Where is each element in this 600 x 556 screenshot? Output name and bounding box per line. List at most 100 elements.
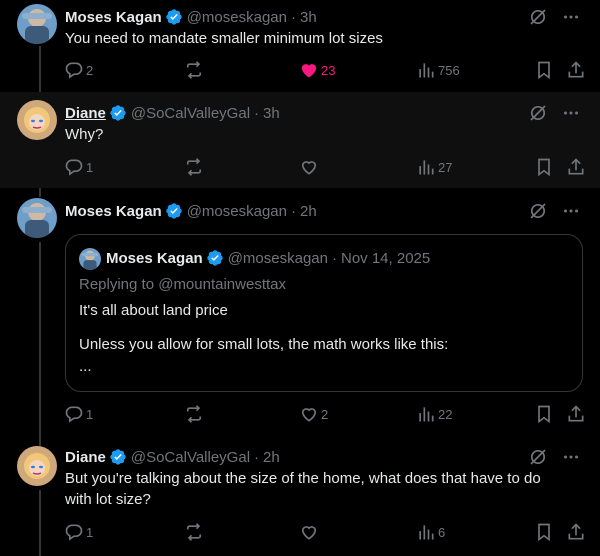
- quoted-line: Unless you allow for small lots, the mat…: [79, 336, 449, 353]
- author-name[interactable]: Moses Kagan: [65, 9, 162, 26]
- quoted-line: It's all about land price: [79, 302, 228, 319]
- like-button[interactable]: 23: [299, 53, 335, 87]
- quoted-timestamp: Nov 14, 2025: [340, 249, 431, 267]
- replying-to: Replying to @mountainwesttax: [79, 276, 286, 293]
- like-icon: [301, 161, 317, 175]
- repost-button[interactable]: [184, 397, 204, 431]
- quoted-author-name: Moses Kagan: [106, 249, 203, 267]
- author-handle[interactable]: @SoCalValleyGal: [131, 105, 250, 122]
- tweet[interactable]: Moses Kagan @moseskagan · 3h You need to…: [0, 0, 600, 92]
- author-name[interactable]: Diane: [65, 449, 106, 466]
- timestamp[interactable]: 2h: [263, 449, 280, 466]
- avatar[interactable]: [17, 198, 57, 238]
- reply-button[interactable]: 2: [64, 53, 93, 87]
- separator-dot: ·: [290, 202, 296, 220]
- reply-count: 1: [86, 524, 94, 540]
- like-button[interactable]: [299, 515, 319, 549]
- views-count: 756: [438, 62, 460, 78]
- views-count: 22: [438, 406, 453, 422]
- tweet[interactable]: Diane @SoCalValleyGal · 2h But you're ta…: [0, 436, 600, 556]
- like-icon: [301, 526, 317, 540]
- like-count: 23: [321, 62, 336, 78]
- separator-dot: ·: [290, 8, 296, 26]
- grok-icon[interactable]: [528, 447, 548, 467]
- quoted-text: It's all about land price Unless you all…: [79, 301, 569, 391]
- views-icon: [419, 407, 434, 422]
- avatar[interactable]: [17, 4, 57, 44]
- avatar[interactable]: [17, 446, 57, 486]
- grok-icon[interactable]: [528, 103, 548, 123]
- separator-dot: ·: [254, 448, 260, 466]
- separator-dot: ·: [331, 249, 337, 267]
- avatar[interactable]: [17, 100, 57, 140]
- views-count: 6: [438, 524, 446, 540]
- views-button[interactable]: 756: [416, 53, 460, 87]
- like-icon: [301, 408, 317, 422]
- share-icon: [568, 405, 584, 422]
- author-handle[interactable]: @moseskagan: [187, 203, 287, 220]
- tweet[interactable]: Diane @SoCalValleyGal · 3h Why? 1 27: [0, 92, 600, 188]
- views-button[interactable]: 27: [416, 150, 452, 184]
- timestamp[interactable]: 3h: [263, 105, 280, 122]
- bookmark-button[interactable]: [534, 150, 554, 184]
- repost-icon: [186, 405, 202, 423]
- bookmark-icon: [538, 405, 550, 424]
- share-icon: [568, 158, 584, 175]
- quoted-tweet[interactable]: Moses Kagan @moseskagan · Nov 14, 2025 R…: [65, 234, 583, 392]
- author-name[interactable]: Diane: [65, 105, 106, 122]
- reply-button[interactable]: 1: [64, 397, 93, 431]
- grok-icon[interactable]: [528, 201, 548, 221]
- bookmark-button[interactable]: [534, 515, 554, 549]
- share-button[interactable]: [566, 515, 586, 549]
- verified-badge-icon: [110, 105, 126, 121]
- views-icon: [419, 525, 434, 540]
- tweet-text: Why?: [65, 126, 104, 143]
- repost-icon: [186, 523, 202, 541]
- reply-icon: [65, 159, 83, 176]
- verified-badge-icon: [166, 9, 182, 25]
- share-button[interactable]: [566, 150, 586, 184]
- timestamp[interactable]: 3h: [300, 9, 317, 26]
- verified-badge-icon: [166, 203, 182, 219]
- more-icon[interactable]: [562, 104, 580, 122]
- more-icon[interactable]: [562, 8, 580, 26]
- like-button[interactable]: [299, 150, 319, 184]
- tweet-text: You need to mandate smaller minimum lot …: [65, 30, 383, 47]
- views-icon: [419, 63, 434, 78]
- share-button[interactable]: [566, 397, 586, 431]
- reply-button[interactable]: 1: [64, 150, 93, 184]
- repost-icon: [186, 158, 202, 176]
- author-handle[interactable]: @SoCalValleyGal: [131, 449, 250, 466]
- tweet-text: But you're talking about the size of the…: [65, 470, 541, 508]
- author-handle[interactable]: @moseskagan: [187, 9, 287, 26]
- reply-count: 1: [86, 159, 94, 175]
- author-name[interactable]: Moses Kagan: [65, 203, 162, 220]
- bookmark-button[interactable]: [534, 53, 554, 87]
- quoted-avatar: [79, 248, 101, 270]
- more-icon[interactable]: [562, 202, 580, 220]
- views-button[interactable]: 22: [416, 397, 452, 431]
- reply-button[interactable]: 1: [64, 515, 93, 549]
- reply-icon: [65, 406, 83, 423]
- share-icon: [568, 523, 584, 540]
- repost-button[interactable]: [184, 150, 204, 184]
- like-button[interactable]: 2: [299, 397, 328, 431]
- repost-button[interactable]: [184, 515, 204, 549]
- bookmark-button[interactable]: [534, 397, 554, 431]
- bookmark-icon: [538, 523, 550, 542]
- more-icon[interactable]: [562, 448, 580, 466]
- verified-badge-icon: [110, 449, 126, 465]
- timestamp[interactable]: 2h: [300, 203, 317, 220]
- repost-button[interactable]: [184, 53, 204, 87]
- separator-dot: ·: [254, 104, 260, 122]
- repost-icon: [186, 61, 202, 79]
- views-button[interactable]: 6: [416, 515, 445, 549]
- reply-count: 2: [86, 62, 94, 78]
- share-icon: [568, 61, 584, 78]
- views-count: 27: [438, 159, 453, 175]
- share-button[interactable]: [566, 53, 586, 87]
- grok-icon[interactable]: [528, 7, 548, 27]
- bookmark-icon: [538, 61, 550, 80]
- views-icon: [419, 160, 434, 175]
- like-icon: [301, 64, 317, 78]
